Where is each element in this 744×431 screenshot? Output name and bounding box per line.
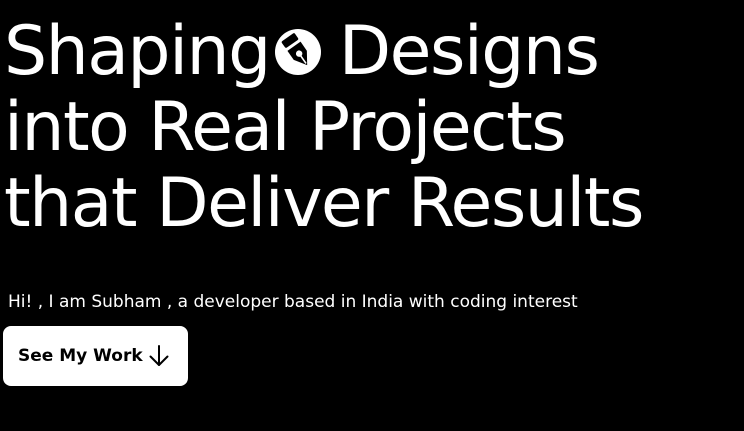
headline-line-2: into Real Projects (4, 88, 567, 167)
see-my-work-button[interactable]: See My Work (3, 326, 188, 386)
hero-section: Shaping Designs into Real Projects that … (0, 0, 744, 431)
pen-tool-badge-icon (273, 27, 323, 77)
headline-line-3: that Deliver Results (4, 164, 644, 243)
intro-text: Hi! , I am Subham , a developer based in… (8, 292, 578, 312)
headline-line-1-end: Designs (338, 12, 600, 91)
headline-line-1: Shaping Designs (4, 14, 643, 90)
headline-line-1-start: Shaping (4, 12, 271, 91)
see-my-work-label: See My Work (18, 346, 143, 366)
hero-headline: Shaping Designs into Real Projects that … (4, 14, 644, 243)
arrow-down-icon (148, 344, 170, 368)
